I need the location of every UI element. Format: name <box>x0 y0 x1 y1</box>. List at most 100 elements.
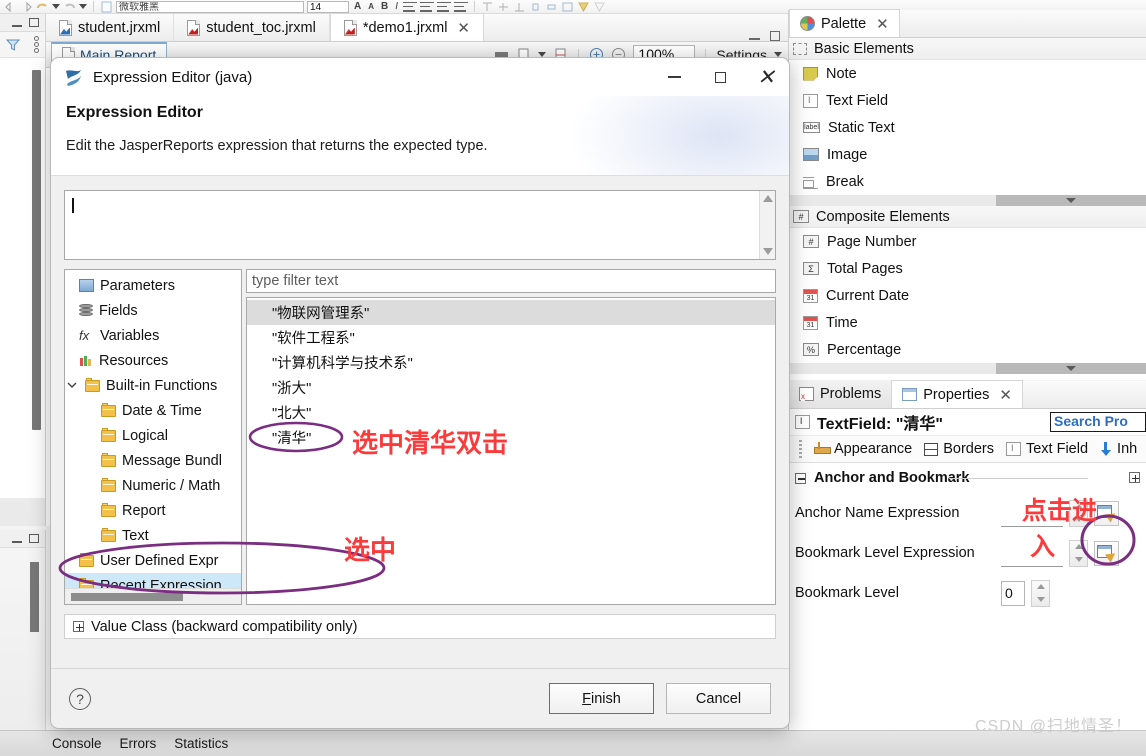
view-menu-icon[interactable] <box>34 36 39 53</box>
bookmark-level-stepper[interactable] <box>1069 539 1088 567</box>
maximize-icon[interactable] <box>29 18 39 27</box>
bookmark-level-number-stepper[interactable] <box>1031 579 1050 607</box>
anchor-name-expression-editor-button[interactable] <box>1094 500 1119 526</box>
palette-item-note[interactable]: Note <box>789 60 1146 87</box>
editor-maximize-icon[interactable] <box>770 31 780 41</box>
decrease-font-icon[interactable]: A <box>366 2 376 11</box>
palette-group-scroll-2[interactable] <box>789 363 1146 374</box>
left-bottom-scrollbar[interactable] <box>30 562 39 632</box>
undo-dropdown-icon[interactable] <box>52 4 60 9</box>
expression-scrollbar[interactable] <box>759 191 775 259</box>
expression-textarea[interactable] <box>64 190 776 260</box>
palette-item-static-text[interactable]: label Static Text <box>789 114 1146 141</box>
palette-item-current-date[interactable]: 31 Current Date <box>789 282 1146 309</box>
align-middle-icon[interactable] <box>497 1 510 13</box>
properties-close-icon[interactable]: ✕ <box>999 386 1012 404</box>
font-family-selector[interactable]: 微软雅黑 <box>116 0 304 13</box>
tab-properties[interactable]: Properties ✕ <box>891 380 1023 408</box>
editor-minimize-icon[interactable] <box>749 32 760 40</box>
tab-appearance[interactable]: Appearance <box>814 441 912 457</box>
palette-item-time[interactable]: 31 Time <box>789 309 1146 336</box>
expand-value-class-icon[interactable] <box>73 621 84 632</box>
status-tab-errors[interactable]: Errors <box>120 736 157 751</box>
palette-item-page-number[interactable]: # Page Number <box>789 228 1146 255</box>
undo-icon[interactable] <box>4 1 17 13</box>
tree-item-fields[interactable]: Fields <box>65 298 241 323</box>
tab-inherited[interactable]: Inh <box>1100 441 1137 457</box>
palette-scroll-down-icon[interactable] <box>996 195 1146 206</box>
palette-item-percentage[interactable]: % Percentage <box>789 336 1146 363</box>
editor-tab-demo1[interactable]: *demo1.jrxml ✕ <box>329 13 484 41</box>
tree-item-parameters[interactable]: Parameters <box>65 273 241 298</box>
finish-button[interactable]: Finish <box>549 683 654 714</box>
palette-item-total-pages[interactable]: Σ Total Pages <box>789 255 1146 282</box>
tab-problems[interactable]: Problems <box>789 380 892 408</box>
align-left-icon[interactable] <box>403 1 418 12</box>
list-item[interactable]: "物联网管理系" <box>247 300 775 325</box>
drag-grip-icon[interactable] <box>799 440 802 458</box>
list-item-3[interactable]: "计算机科学与技术系" <box>247 350 775 375</box>
distribute-h-icon[interactable] <box>529 1 542 13</box>
expand-all-icon[interactable] <box>1129 472 1140 483</box>
dialog-minimize-button[interactable] <box>651 58 697 96</box>
tree-item-text[interactable]: Text <box>65 523 241 548</box>
tree-item-resources[interactable]: Resources <box>65 348 241 373</box>
marker-yellow-icon[interactable] <box>577 1 590 13</box>
filter-icon[interactable] <box>5 38 21 52</box>
anchor-name-stepper[interactable] <box>1069 499 1088 527</box>
tree-item-recent-expressions[interactable]: Recent Expression <box>65 573 241 588</box>
bookmark-level-expression-input[interactable] <box>1001 539 1063 567</box>
tab-palette[interactable]: Palette ✕ <box>789 9 900 37</box>
expression-list[interactable]: "物联网管理系" "软件工程系" "计算机科学与技术系" "浙大" "北大" "… <box>246 297 776 605</box>
status-tab-statistics[interactable]: Statistics <box>174 736 228 751</box>
status-tab-console[interactable]: Console <box>52 736 102 751</box>
marker-gray-icon[interactable] <box>593 1 606 13</box>
page-icon[interactable] <box>100 1 113 13</box>
search-properties-input[interactable]: Search Pro <box>1050 412 1146 432</box>
bookmark-level-expression-editor-button[interactable] <box>1094 540 1119 566</box>
tree-scroll-thumb[interactable] <box>71 592 183 601</box>
font-size-selector[interactable]: 14 <box>307 0 349 13</box>
editor-tab-student[interactable]: student.jrxml <box>46 14 175 41</box>
maximize-icon-2[interactable] <box>29 534 39 543</box>
align-bottom-icon[interactable] <box>513 1 526 13</box>
fit-size-icon[interactable] <box>561 1 574 13</box>
palette-group-composite-elements[interactable]: # Composite Elements <box>789 206 1146 228</box>
value-class-section[interactable]: Value Class (backward compatibility only… <box>64 614 776 639</box>
filter-input[interactable]: type filter text <box>246 269 776 293</box>
tree-horizontal-scrollbar[interactable] <box>65 588 241 604</box>
palette-close-icon[interactable]: ✕ <box>876 15 889 33</box>
close-icon[interactable]: ✕ <box>457 19 470 37</box>
tree-item-built-in-functions[interactable]: Built-in Functions <box>65 373 241 398</box>
tree-item-date-time[interactable]: Date & Time <box>65 398 241 423</box>
italic-button[interactable]: I <box>393 1 400 12</box>
collapse-section-icon[interactable] <box>795 472 806 484</box>
dialog-close-button[interactable]: ✕ <box>743 58 789 96</box>
minimize-icon-2[interactable] <box>12 535 22 543</box>
tree-item-user-defined-expressions[interactable]: User Defined Expr <box>65 548 241 573</box>
list-item-4[interactable]: "浙大" <box>247 375 775 400</box>
palette-item-text-field[interactable]: Text Field <box>789 87 1146 114</box>
tree-item-report[interactable]: Report <box>65 498 241 523</box>
dialog-maximize-button[interactable] <box>697 58 743 96</box>
section-anchor-and-bookmark[interactable]: Anchor and Bookmark <box>789 463 1146 493</box>
palette-item-break[interactable]: Break <box>789 168 1146 195</box>
anchor-name-expression-input[interactable] <box>1001 499 1063 527</box>
dialog-titlebar[interactable]: Expression Editor (java) ✕ <box>51 58 789 96</box>
palette-group-basic-elements[interactable]: Basic Elements <box>789 38 1146 60</box>
tree-item-variables[interactable]: fx Variables <box>65 323 241 348</box>
tree-item-logical[interactable]: Logical <box>65 423 241 448</box>
list-item-5[interactable]: "北大" <box>247 400 775 425</box>
tree-item-message-bundle[interactable]: Message Bundl <box>65 448 241 473</box>
increase-font-icon[interactable]: A <box>352 1 363 12</box>
bold-button[interactable]: B <box>379 1 390 12</box>
redo-dropdown-icon[interactable] <box>79 4 87 9</box>
tab-text-field[interactable]: Text Field <box>1005 441 1088 457</box>
cancel-button[interactable]: Cancel <box>666 683 771 714</box>
align-right-icon[interactable] <box>437 1 452 12</box>
list-item-2[interactable]: "软件工程系" <box>247 325 775 350</box>
help-icon[interactable]: ? <box>69 687 91 710</box>
align-center-icon[interactable] <box>420 1 435 12</box>
redo-gray-icon[interactable] <box>63 1 76 13</box>
left-dock-scrollbar[interactable] <box>32 70 41 430</box>
